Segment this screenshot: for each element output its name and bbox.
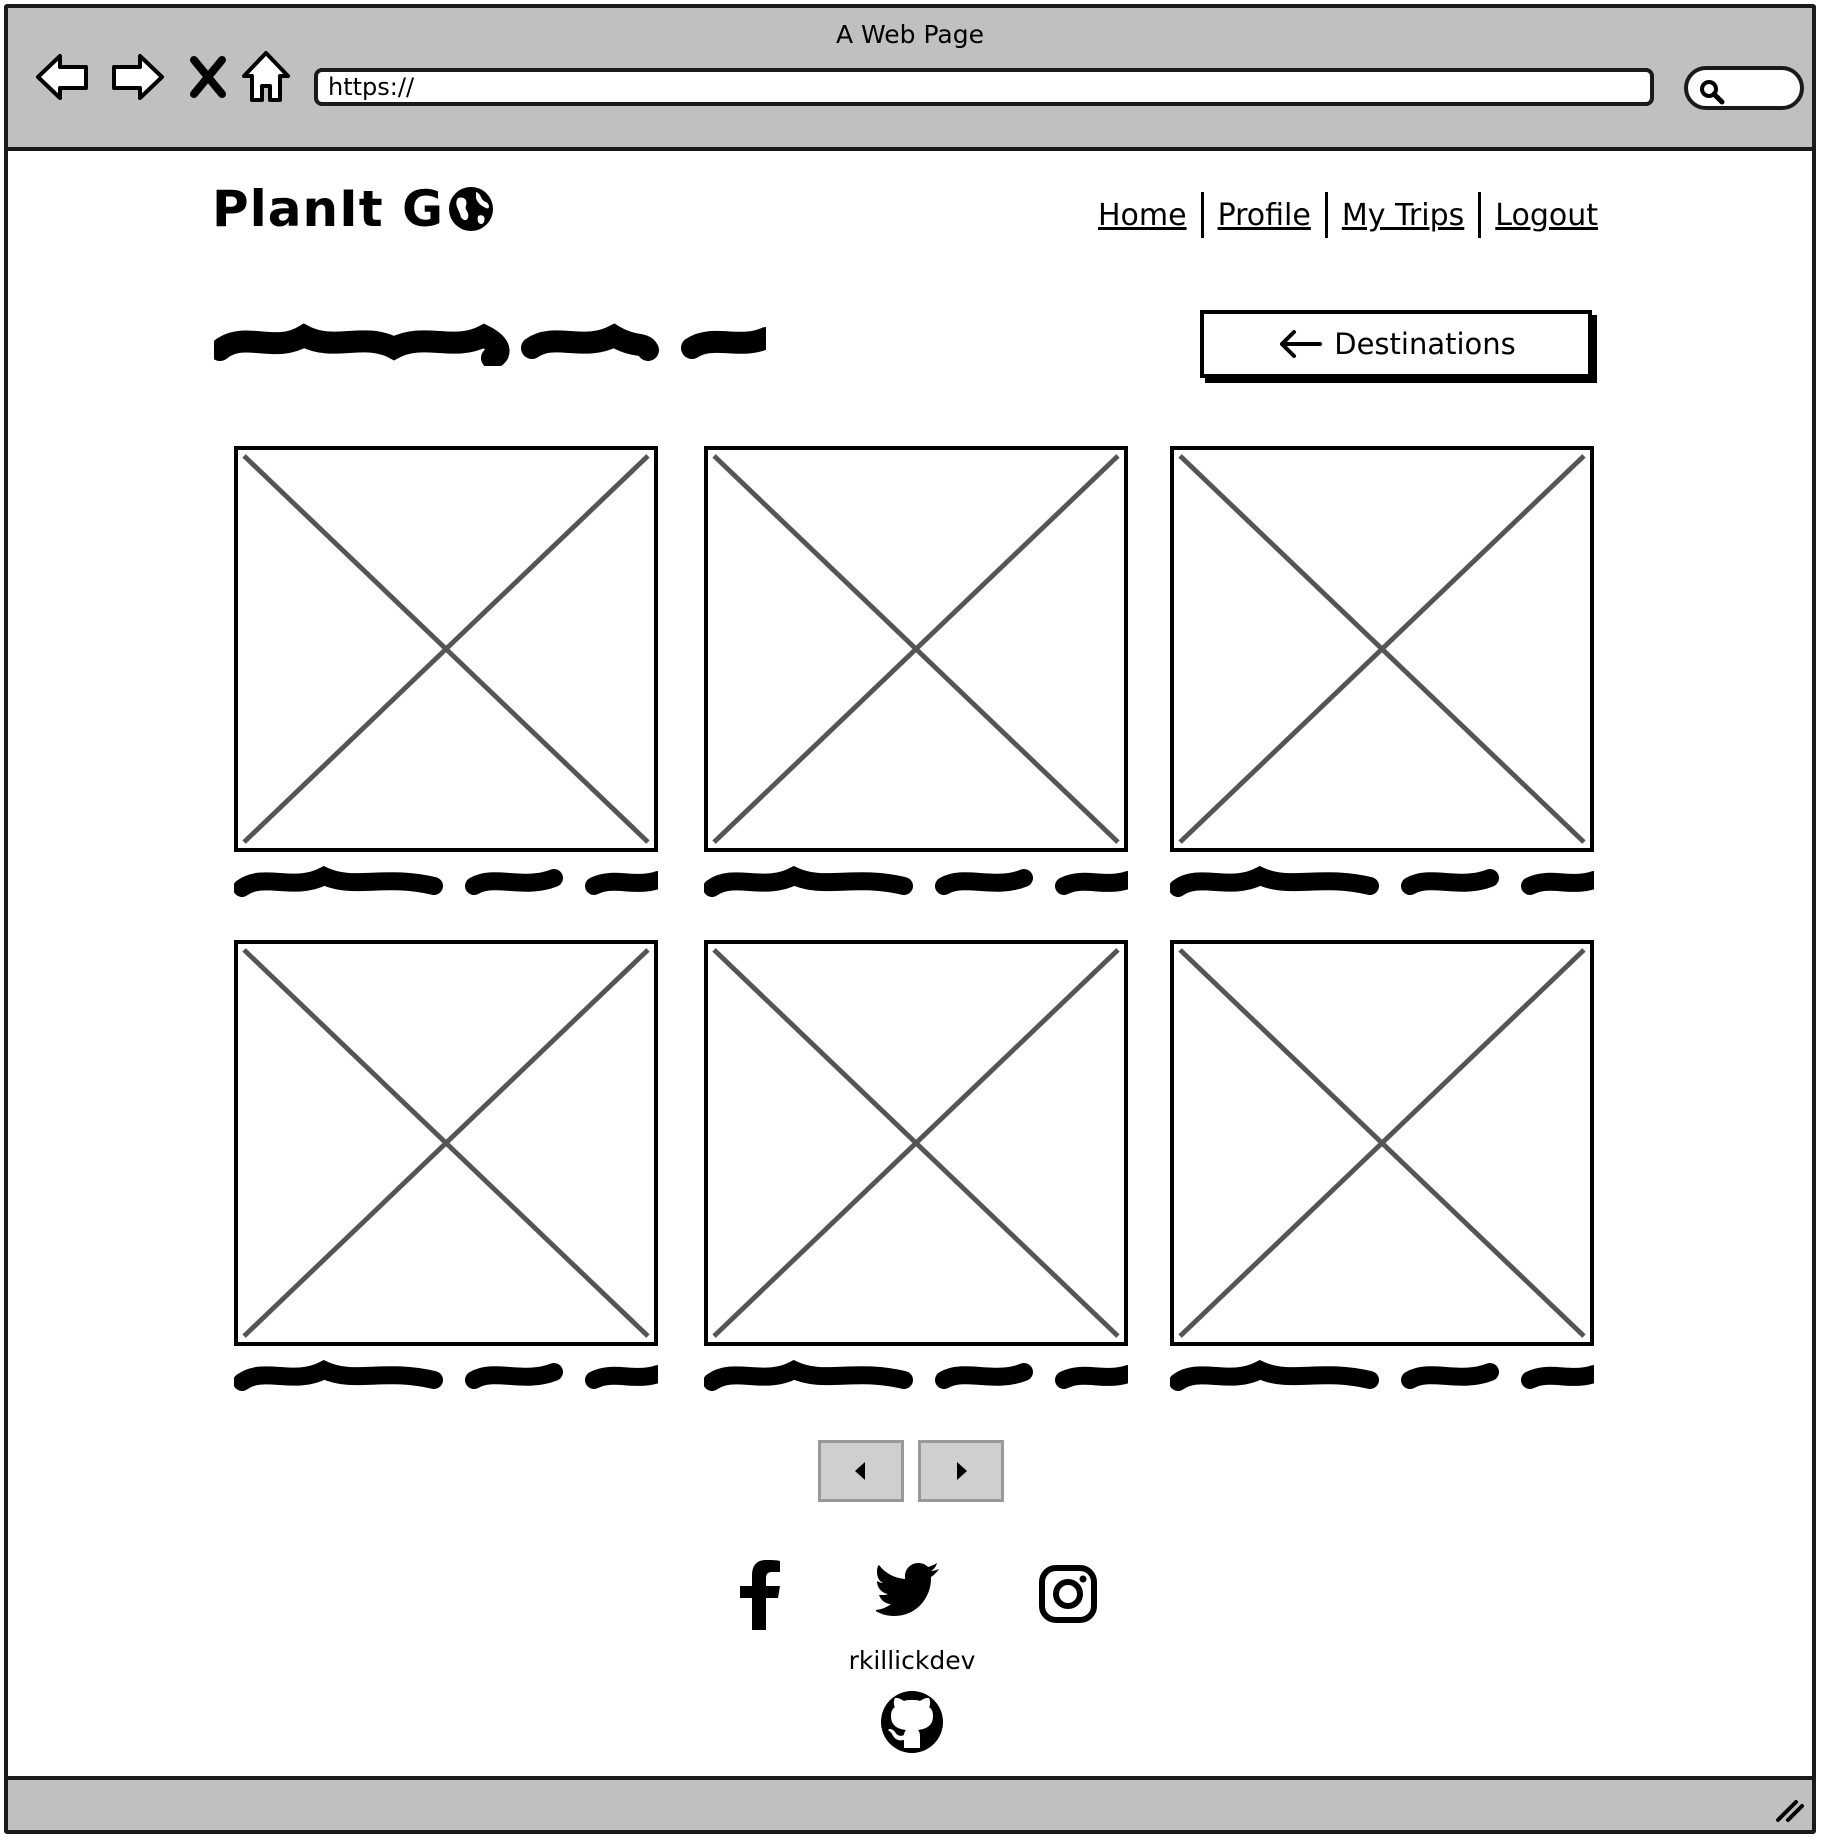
browser-chrome: A Web Page https:// bbox=[8, 8, 1812, 151]
window-title: A Web Page bbox=[835, 20, 985, 49]
forward-arrow-icon[interactable] bbox=[108, 48, 166, 106]
url-bar[interactable]: https:// bbox=[314, 68, 1654, 106]
destination-card[interactable] bbox=[1170, 940, 1594, 1394]
home-icon[interactable] bbox=[240, 48, 292, 106]
browser-window: A Web Page https:// bbox=[4, 4, 1816, 1834]
destination-card[interactable] bbox=[234, 446, 658, 900]
image-placeholder bbox=[234, 940, 658, 1346]
back-to-destinations-button[interactable]: Destinations bbox=[1200, 310, 1592, 378]
triangle-left-icon bbox=[855, 1462, 865, 1480]
triangle-right-icon bbox=[957, 1462, 967, 1480]
pagination bbox=[818, 1440, 1004, 1502]
destination-card[interactable] bbox=[704, 940, 1128, 1394]
logo-text: PlanIt G bbox=[212, 180, 445, 238]
browser-search[interactable] bbox=[1684, 66, 1804, 110]
arrow-left-icon bbox=[1280, 330, 1323, 358]
image-placeholder bbox=[234, 446, 658, 852]
nav-profile[interactable]: Profile bbox=[1210, 198, 1319, 233]
image-placeholder bbox=[704, 446, 1128, 852]
destination-card[interactable] bbox=[234, 940, 658, 1394]
back-arrow-icon[interactable] bbox=[34, 48, 92, 106]
back-button-label: Destinations bbox=[1334, 327, 1516, 361]
card-title-placeholder bbox=[234, 866, 658, 897]
globe-icon bbox=[449, 187, 494, 231]
nav-my-trips[interactable]: My Trips bbox=[1334, 198, 1472, 233]
stop-icon[interactable] bbox=[188, 54, 228, 100]
search-icon bbox=[1700, 80, 1725, 105]
nav-logout[interactable]: Logout bbox=[1487, 198, 1606, 233]
next-page-button[interactable] bbox=[918, 1440, 1004, 1502]
image-placeholder bbox=[704, 940, 1128, 1346]
twitter-icon[interactable] bbox=[876, 1562, 940, 1618]
nav-divider bbox=[1324, 192, 1328, 238]
image-placeholder bbox=[1170, 940, 1594, 1346]
github-icon[interactable] bbox=[880, 1690, 944, 1754]
destination-card[interactable] bbox=[1170, 446, 1594, 900]
destination-card[interactable] bbox=[704, 446, 1128, 900]
nav-home[interactable]: Home bbox=[1090, 198, 1195, 233]
card-title-placeholder bbox=[704, 1360, 1128, 1391]
nav-divider bbox=[1478, 192, 1482, 238]
facebook-icon[interactable] bbox=[736, 1560, 784, 1630]
main-nav: Home Profile My Trips Logout bbox=[1090, 192, 1606, 238]
github-handle: rkillickdev bbox=[848, 1646, 976, 1675]
card-title-placeholder bbox=[1170, 1360, 1594, 1391]
nav-divider bbox=[1200, 192, 1204, 238]
card-title-placeholder bbox=[234, 1360, 658, 1391]
status-bar bbox=[8, 1776, 1812, 1830]
card-title-placeholder bbox=[704, 866, 1128, 897]
image-placeholder bbox=[1170, 446, 1594, 852]
site-logo[interactable]: PlanIt G bbox=[212, 180, 496, 238]
instagram-icon[interactable] bbox=[1038, 1564, 1098, 1624]
previous-page-button[interactable] bbox=[818, 1440, 904, 1502]
resize-grip-icon[interactable] bbox=[1774, 1794, 1804, 1824]
card-title-placeholder bbox=[1170, 866, 1594, 897]
page-heading-placeholder bbox=[214, 323, 766, 366]
